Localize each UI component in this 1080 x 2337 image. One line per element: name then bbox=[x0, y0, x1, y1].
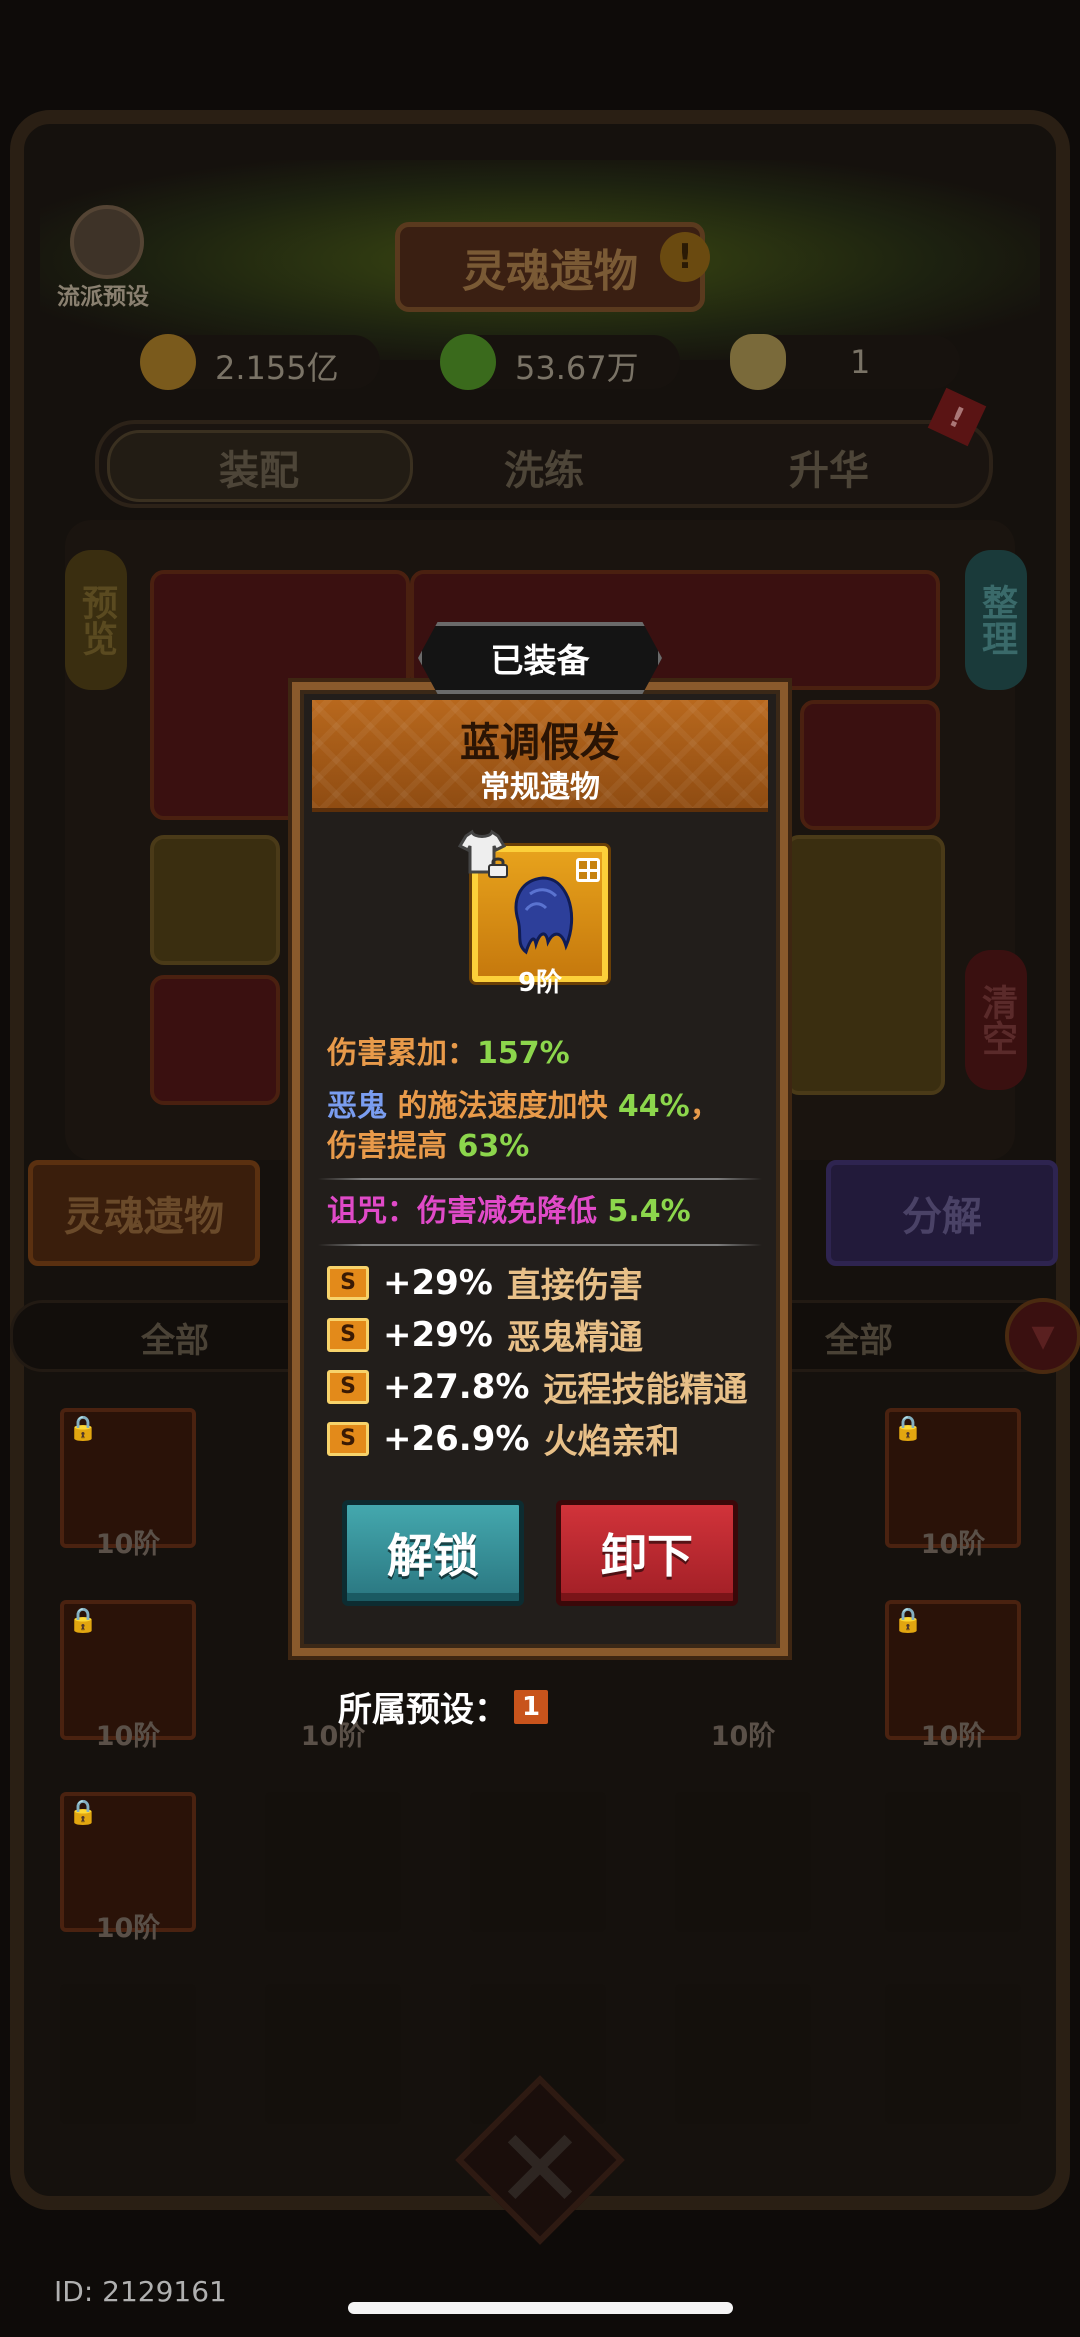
blue-wig-icon bbox=[514, 876, 574, 955]
divider bbox=[318, 1178, 762, 1180]
item-name: 蓝调假发 bbox=[460, 720, 620, 766]
home-indicator[interactable] bbox=[348, 2302, 733, 2314]
arrange-label: 整理 bbox=[976, 584, 1017, 656]
stat-label: 的施法速度加快 bbox=[387, 1089, 618, 1124]
preview-button[interactable]: 预览 bbox=[65, 550, 127, 690]
chevron-down-icon[interactable]: ▼ bbox=[1005, 1298, 1080, 1374]
currency-coin: 2.155亿 bbox=[140, 334, 380, 390]
affix-row: S +29% 直接伤害 bbox=[327, 1258, 643, 1307]
item-tier: 10阶 bbox=[95, 1913, 161, 1944]
unlock-button[interactable]: 解锁 bbox=[342, 1500, 524, 1606]
stat-label: 伤害提高 bbox=[327, 1129, 458, 1164]
inventory-empty-slot bbox=[265, 1792, 401, 1932]
lock-icon: 🔒 bbox=[68, 1414, 98, 1442]
currency-value: 2.155亿 bbox=[215, 349, 339, 387]
affix-name: 远程技能精通 bbox=[543, 1370, 748, 1410]
s-grade-badge: S bbox=[327, 1317, 369, 1352]
player-id: ID: 2129161 bbox=[54, 2275, 227, 2308]
clear-button[interactable]: 清空 bbox=[965, 950, 1027, 1090]
equip-slot-boots[interactable] bbox=[800, 700, 940, 830]
inventory-empty-slot bbox=[265, 1984, 401, 2124]
decompose-button[interactable]: 分解 bbox=[826, 1160, 1058, 1266]
tab-bar: 装配 洗练 升华 bbox=[95, 420, 993, 508]
affix-value: +26.9% bbox=[383, 1418, 530, 1459]
inventory-empty-slot bbox=[675, 1792, 811, 1932]
lock-icon bbox=[488, 857, 508, 878]
item-type: 常规遗物 bbox=[480, 770, 600, 805]
lock-icon: 🔒 bbox=[893, 1606, 923, 1634]
currency-value: 53.67万 bbox=[515, 349, 639, 387]
item-tier: 10阶 bbox=[95, 1721, 161, 1752]
stat-damage-up: 伤害提高 63% bbox=[327, 1128, 529, 1166]
tab-refine[interactable]: 洗练 bbox=[444, 438, 644, 496]
affix-value: +29% bbox=[383, 1262, 493, 1303]
curse-value: 5.4% bbox=[607, 1194, 691, 1229]
item-tier: 9阶 bbox=[517, 968, 563, 998]
stat-value: 63% bbox=[457, 1129, 530, 1164]
currency-value: 1 bbox=[850, 343, 871, 381]
demon-name: 恶鬼 bbox=[327, 1089, 387, 1124]
page-title: 灵魂遗物 bbox=[395, 222, 705, 312]
inventory-empty-slot bbox=[470, 1792, 606, 1932]
affix-name: 直接伤害 bbox=[506, 1266, 643, 1306]
equipped-tag: 已装备 bbox=[418, 622, 662, 694]
stat-curse: 诅咒：伤害减免降低 5.4% bbox=[327, 1193, 691, 1231]
divider bbox=[318, 1244, 762, 1246]
tooth-icon bbox=[730, 334, 786, 390]
stat-value: 157% bbox=[477, 1036, 570, 1071]
inventory-empty-slot bbox=[675, 1984, 811, 2124]
lock-icon: 🔒 bbox=[893, 1414, 923, 1442]
preset-label: 所属预设： bbox=[338, 1690, 508, 1730]
book-icon bbox=[70, 205, 144, 279]
item-tier: 10阶 bbox=[920, 1721, 986, 1752]
equip-slot-hair[interactable] bbox=[785, 835, 945, 1095]
affix-row: S +29% 恶鬼精通 bbox=[327, 1310, 643, 1359]
preview-label: 预览 bbox=[76, 584, 117, 656]
s-grade-badge: S bbox=[327, 1369, 369, 1404]
filter-left[interactable]: 全部 bbox=[141, 1313, 209, 1362]
item-tier: 10阶 bbox=[920, 1529, 986, 1560]
lock-icon: 🔒 bbox=[68, 1798, 98, 1826]
affix-name: 火焰亲和 bbox=[543, 1422, 680, 1462]
coin-icon bbox=[140, 334, 196, 390]
item-tier: 10阶 bbox=[95, 1529, 161, 1560]
tab-sublimate[interactable]: 升华 bbox=[729, 438, 929, 496]
item-tier: 10阶 bbox=[710, 1721, 776, 1752]
affix-row: S +26.9% 火焰亲和 bbox=[327, 1414, 679, 1463]
inventory-empty-slot bbox=[60, 1984, 196, 2124]
stat-cast-speed: 恶鬼 的施法速度加快 44%， bbox=[327, 1088, 720, 1126]
grid-icon bbox=[576, 858, 600, 882]
affix-row: S +27.8% 远程技能精通 bbox=[327, 1362, 747, 1411]
equip-slot-shoe[interactable] bbox=[150, 835, 280, 965]
preset-button-label: 流派预设 bbox=[57, 284, 149, 310]
unequip-button[interactable]: 卸下 bbox=[556, 1500, 738, 1606]
stat-value: 44% bbox=[617, 1089, 690, 1124]
currency-soul: 53.67万 bbox=[440, 334, 680, 390]
stat-damage-stack: 伤害累加：157% bbox=[327, 1035, 570, 1073]
filter-right[interactable]: 全部 bbox=[825, 1313, 893, 1362]
lock-icon: 🔒 bbox=[68, 1606, 98, 1634]
inventory-empty-slot bbox=[885, 1792, 1021, 1932]
affix-name: 恶鬼精通 bbox=[506, 1318, 643, 1358]
preset-button[interactable]: 流派预设 bbox=[48, 205, 158, 315]
s-grade-badge: S bbox=[327, 1421, 369, 1456]
s-grade-badge: S bbox=[327, 1265, 369, 1300]
inventory-empty-slot bbox=[885, 1984, 1021, 2124]
exclamation-icon[interactable]: ! bbox=[660, 232, 710, 282]
affix-value: +27.8% bbox=[383, 1366, 530, 1407]
preset-number-badge: 1 bbox=[514, 1690, 548, 1724]
curse-text: 伤害减免降低 bbox=[417, 1194, 608, 1229]
soul-relic-button[interactable]: 灵魂遗物 bbox=[28, 1160, 260, 1266]
curse-label: 诅咒： bbox=[327, 1194, 417, 1229]
currency-tooth: 1 bbox=[730, 334, 960, 390]
equip-slot-ring[interactable] bbox=[150, 975, 280, 1105]
clear-label: 清空 bbox=[976, 984, 1017, 1056]
affix-value: +29% bbox=[383, 1314, 493, 1355]
arrange-button[interactable]: 整理 bbox=[965, 550, 1027, 690]
stat-label: 伤害累加： bbox=[327, 1036, 477, 1071]
stat-punctuation: ， bbox=[689, 1089, 720, 1124]
tab-assemble[interactable]: 装配 bbox=[159, 438, 359, 496]
soul-spirit-icon bbox=[440, 334, 496, 390]
close-x-icon[interactable]: ✕ bbox=[480, 2105, 600, 2233]
